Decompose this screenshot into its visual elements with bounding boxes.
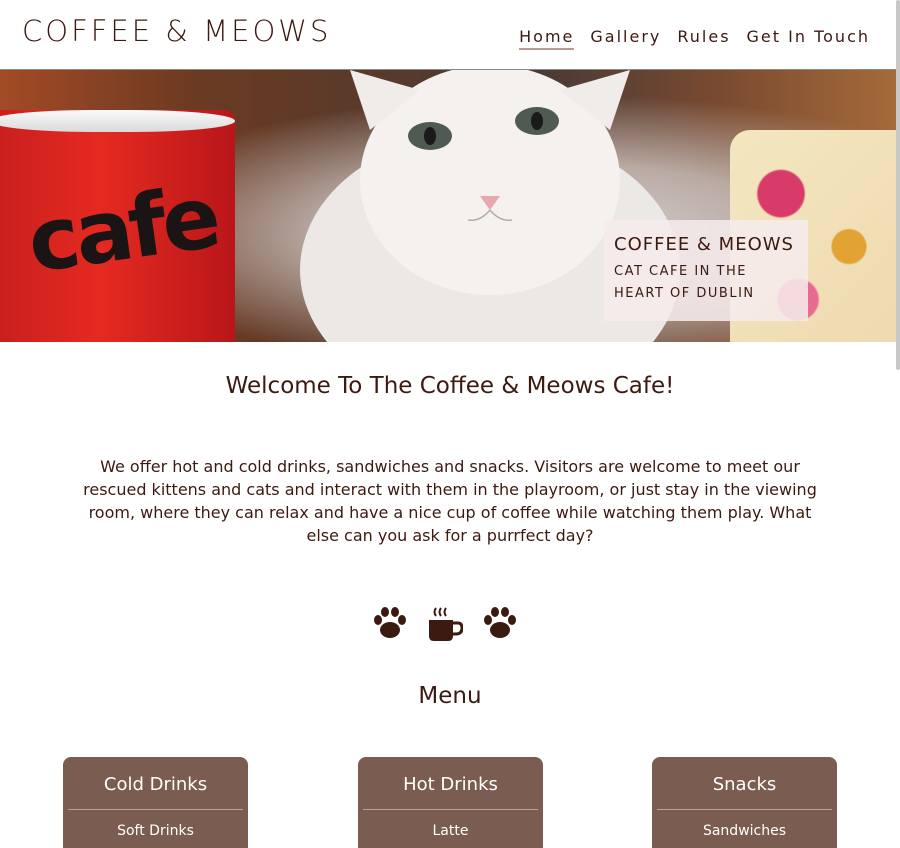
icons-row: [372, 606, 532, 646]
nav-rules[interactable]: Rules: [677, 27, 730, 50]
menu-heading: Menu: [418, 683, 482, 709]
page-scrollbar[interactable]: [894, 0, 900, 848]
main-nav: Home Gallery Rules Get In Touch: [519, 27, 870, 50]
nav-home[interactable]: Home: [519, 27, 575, 50]
hero-caption-subtitle: CAT CAFE IN THE HEART OF DUBLIN: [614, 264, 755, 301]
menu-card-hot-drinks[interactable]: Hot Drinks Latte: [358, 757, 543, 848]
menu-card-title: Hot Drinks: [403, 774, 498, 795]
welcome-paragraph: We offer hot and cold drinks, sandwiches…: [83, 457, 817, 545]
coffee-cup-icon: [429, 607, 463, 641]
welcome-heading: Welcome To The Coffee & Meows Cafe!: [225, 373, 675, 399]
menu-card-divider: [68, 809, 243, 810]
site-header: COFFEE & MEOWS Home Gallery Rules Get In…: [0, 0, 900, 70]
site-brand[interactable]: COFFEE & MEOWS: [22, 14, 331, 48]
hero-caption-title: COFFEE & MEOWS: [614, 234, 794, 255]
cafe-mug-image: cafe: [0, 110, 240, 342]
menu-card-title: Snacks: [712, 774, 777, 795]
hero-caption-card: COFFEE & MEOWS CAT CAFE IN THE HEART OF …: [604, 220, 808, 321]
scrollbar-thumb[interactable]: [896, 0, 900, 370]
mug-rim: [0, 110, 235, 132]
menu-card-divider: [657, 809, 832, 810]
hero-banner: cafe COFFEE & MEOWS CAT CAFE IN THE HEAR…: [0, 70, 900, 342]
nav-get-in-touch[interactable]: Get In Touch: [747, 27, 870, 50]
paw-icon: [484, 607, 516, 638]
menu-card-title: Cold Drinks: [103, 774, 208, 795]
paw-icon: [374, 607, 406, 638]
menu-card-snacks[interactable]: Snacks Sandwiches: [652, 757, 837, 848]
menu-card-cold-drinks[interactable]: Cold Drinks Soft Drinks: [63, 757, 248, 848]
menu-card-item: Sandwiches: [702, 823, 787, 839]
menu-card-item: Latte: [432, 823, 469, 839]
menu-card-divider: [363, 809, 538, 810]
menu-card-item: Soft Drinks: [117, 823, 194, 839]
nav-gallery[interactable]: Gallery: [590, 27, 661, 50]
